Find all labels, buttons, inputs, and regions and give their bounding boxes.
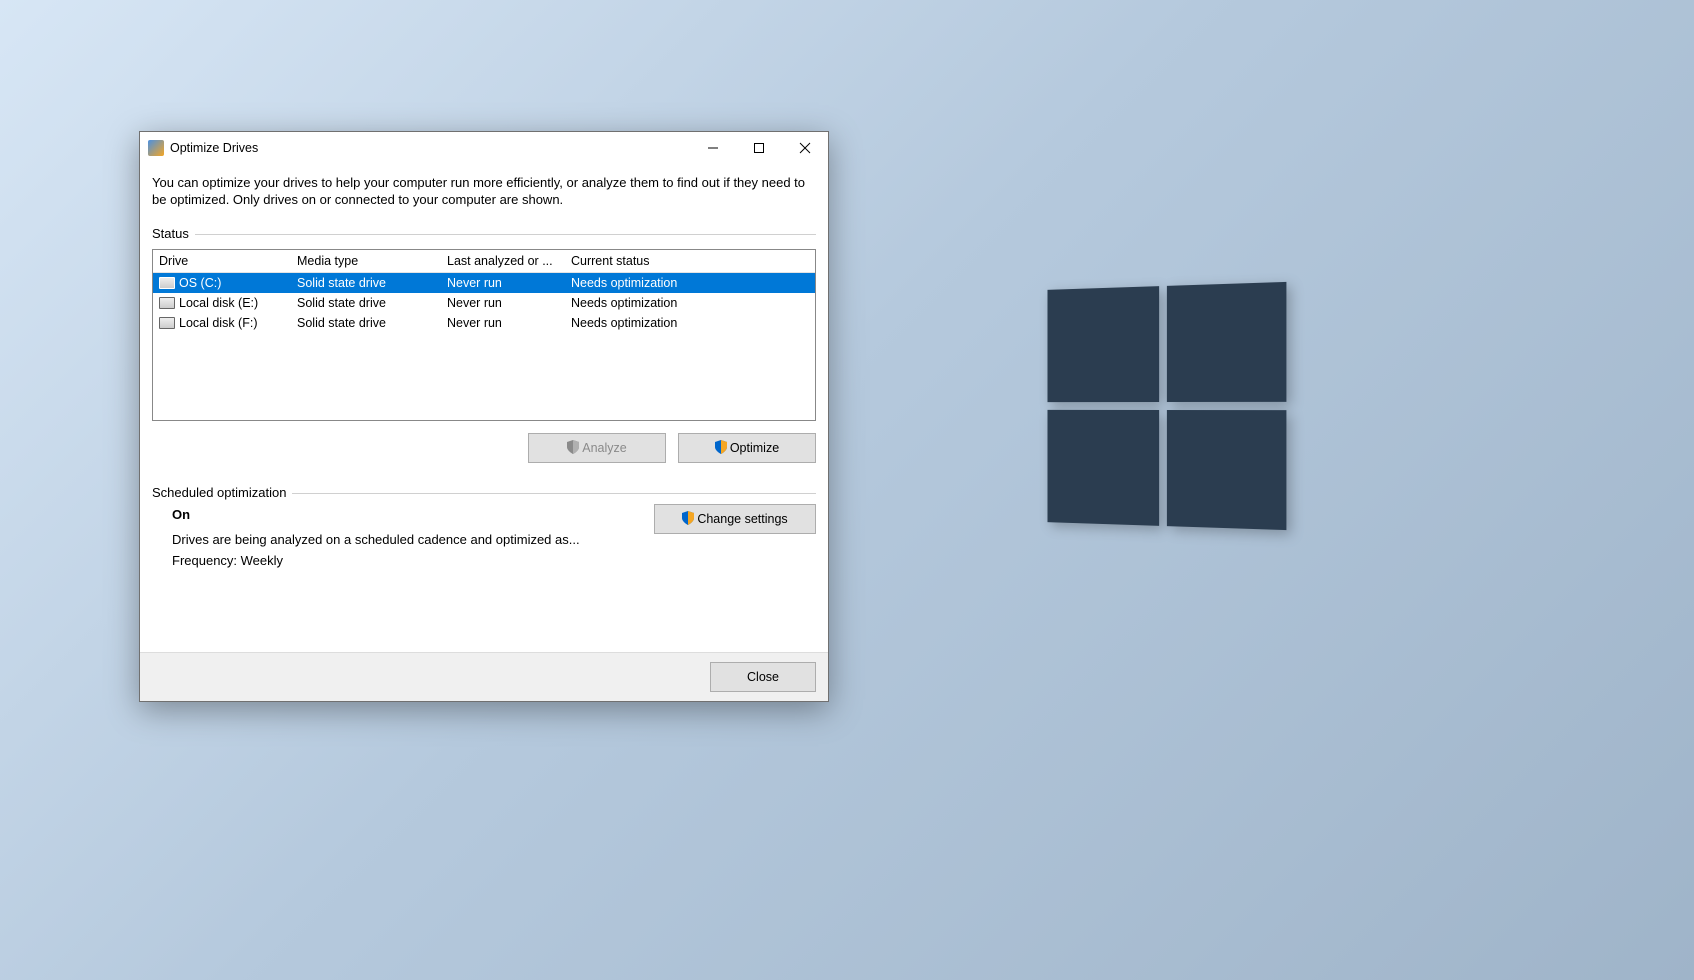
window-title: Optimize Drives bbox=[170, 141, 690, 155]
drive-row[interactable]: Local disk (F:) Solid state drive Never … bbox=[153, 313, 815, 333]
col-drive[interactable]: Drive bbox=[153, 254, 291, 268]
drive-row[interactable]: OS (C:) Solid state drive Never run Need… bbox=[153, 273, 815, 293]
drive-icon bbox=[159, 297, 175, 309]
desktop: Optimize Drives You can optimize your dr… bbox=[0, 0, 1694, 980]
scheduled-section-label: Scheduled optimization bbox=[152, 485, 816, 500]
scheduled-state: On bbox=[172, 504, 634, 525]
list-header[interactable]: Drive Media type Last analyzed or ... Cu… bbox=[153, 250, 815, 273]
shield-icon bbox=[567, 440, 579, 457]
scheduled-frequency: Frequency: Weekly bbox=[172, 550, 634, 571]
drive-icon bbox=[159, 317, 175, 329]
col-status[interactable]: Current status bbox=[565, 254, 815, 268]
drive-row[interactable]: Local disk (E:) Solid state drive Never … bbox=[153, 293, 815, 313]
close-window-button[interactable] bbox=[782, 132, 828, 164]
minimize-button[interactable] bbox=[690, 132, 736, 164]
status-section-label: Status bbox=[152, 226, 816, 241]
close-button[interactable]: Close bbox=[710, 662, 816, 692]
shield-icon bbox=[715, 440, 727, 457]
col-last[interactable]: Last analyzed or ... bbox=[441, 254, 565, 268]
maximize-button[interactable] bbox=[736, 132, 782, 164]
windows-logo-icon bbox=[1047, 282, 1286, 530]
shield-icon bbox=[682, 511, 694, 528]
drives-list[interactable]: Drive Media type Last analyzed or ... Cu… bbox=[152, 249, 816, 421]
scheduled-text: On Drives are being analyzed on a schedu… bbox=[172, 504, 634, 571]
analyze-button: Analyze bbox=[528, 433, 666, 463]
intro-text: You can optimize your drives to help you… bbox=[152, 174, 816, 208]
titlebar[interactable]: Optimize Drives bbox=[140, 132, 828, 164]
dialog-footer: Close bbox=[140, 652, 828, 701]
optimize-button[interactable]: Optimize bbox=[678, 433, 816, 463]
change-settings-button[interactable]: Change settings bbox=[654, 504, 816, 534]
col-media[interactable]: Media type bbox=[291, 254, 441, 268]
scheduled-description: Drives are being analyzed on a scheduled… bbox=[172, 529, 634, 550]
optimize-drives-dialog: Optimize Drives You can optimize your dr… bbox=[139, 131, 829, 702]
app-icon bbox=[148, 140, 164, 156]
drive-icon bbox=[159, 277, 175, 289]
